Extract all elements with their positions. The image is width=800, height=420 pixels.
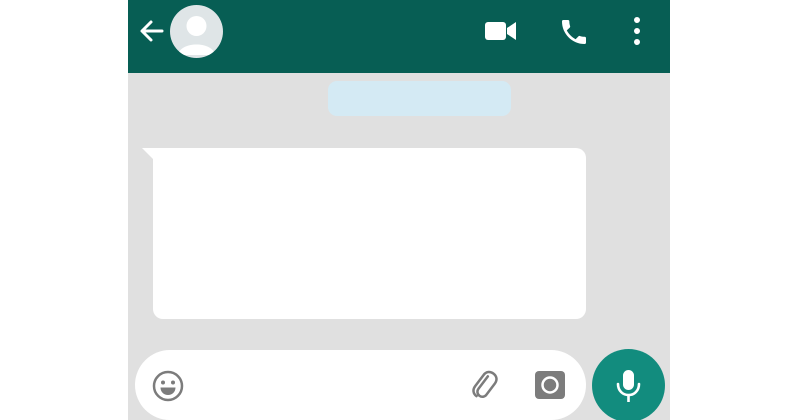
emoji-icon[interactable] bbox=[151, 369, 185, 403]
attachment-icon[interactable] bbox=[467, 368, 501, 402]
chat-screen bbox=[128, 0, 670, 420]
incoming-message-bubble[interactable] bbox=[153, 148, 586, 319]
app-stage bbox=[0, 0, 800, 420]
phone-icon[interactable] bbox=[558, 16, 590, 48]
arrow-back-icon[interactable] bbox=[138, 17, 166, 45]
default-avatar-icon bbox=[178, 16, 215, 55]
more-vertical-icon[interactable] bbox=[628, 14, 646, 48]
message-composer bbox=[135, 350, 586, 420]
chat-header bbox=[128, 0, 670, 73]
contact-avatar[interactable] bbox=[170, 5, 223, 58]
camera-icon[interactable] bbox=[533, 368, 567, 402]
message-input[interactable] bbox=[213, 370, 453, 400]
date-chip bbox=[328, 81, 511, 116]
video-camera-icon[interactable] bbox=[484, 18, 518, 44]
microphone-button[interactable] bbox=[592, 349, 665, 420]
microphone-icon bbox=[616, 370, 641, 402]
